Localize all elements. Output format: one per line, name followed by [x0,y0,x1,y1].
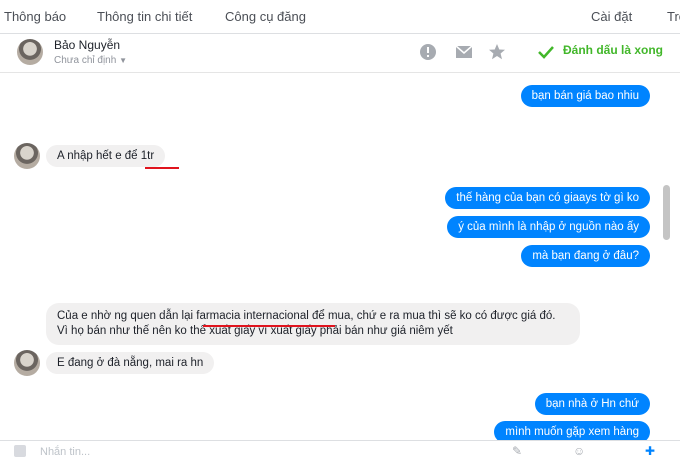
message-underlined-text: farmacia internacional [196,310,309,322]
message-input[interactable]: Nhắn tin... [40,446,90,458]
alert-icon[interactable] [418,42,438,62]
conversation-header: Bảo Nguyễn Chưa chỉ định ▼ Đánh dấu là x… [0,34,680,73]
contact-avatar-small[interactable] [14,350,40,376]
tab-settings[interactable]: Cài đặt [591,9,632,24]
red-underline [203,325,335,327]
message-composer[interactable]: Nhắn tin... ✎ ☺ ✚ [0,440,680,463]
scrollbar-thumb[interactable] [663,185,670,240]
composer-avatar [14,445,26,457]
conversation-thread: bạn bán giá bao nhiu A nhập hết e để 1tr… [0,73,680,443]
message-underlined-text: 1tr [140,150,155,162]
tab-help-truncated[interactable]: Trợ [667,9,680,24]
message-outgoing: thế hàng của bạn có giaays tờ gì ko [445,187,650,209]
message-text: A nhập hết e để [57,150,141,162]
message-incoming: A nhập hết e để 1tr [46,145,166,167]
message-outgoing: bạn nhà ở Hn chứ [534,393,650,415]
tab-publishing-tools[interactable]: Công cụ đăng [225,9,306,24]
top-navigation: Thông báo Thông tin chi tiết Công cụ đăn… [0,0,680,34]
assignee-label: Chưa chỉ định [54,55,117,66]
tab-details[interactable]: Thông tin chi tiết [97,9,192,24]
message-outgoing: bạn bán giá bao nhiu [520,85,650,107]
mark-done-label: Đánh dấu là xong [563,43,664,57]
emoji-icon[interactable]: ☺ [573,444,585,458]
caret-down-icon: ▼ [119,56,127,65]
red-underline [145,167,179,169]
message-outgoing: ý của mình là nhập ở nguồn nào ấy [447,216,650,238]
contact-avatar[interactable] [17,39,43,65]
checkmark-icon [536,42,556,62]
message-incoming-long: Của e nhờ ng quen dẫn lại farmacia inter… [46,303,580,345]
star-icon[interactable] [487,42,507,62]
like-icon[interactable]: ✚ [645,444,655,458]
attachment-icon[interactable]: ✎ [512,444,522,458]
contact-avatar-small[interactable] [14,143,40,169]
message-text: Của e nhờ ng quen dẫn lại [57,310,197,322]
assignee-dropdown[interactable]: Chưa chỉ định ▼ [54,55,127,66]
message-outgoing: mà bạn đang ở đâu? [521,245,650,267]
mail-icon[interactable] [454,42,474,62]
tab-notifications[interactable]: Thông báo [4,9,66,24]
message-incoming: E đang ở đà nẵng, mai ra hn [46,352,215,374]
contact-name[interactable]: Bảo Nguyễn [54,38,120,52]
